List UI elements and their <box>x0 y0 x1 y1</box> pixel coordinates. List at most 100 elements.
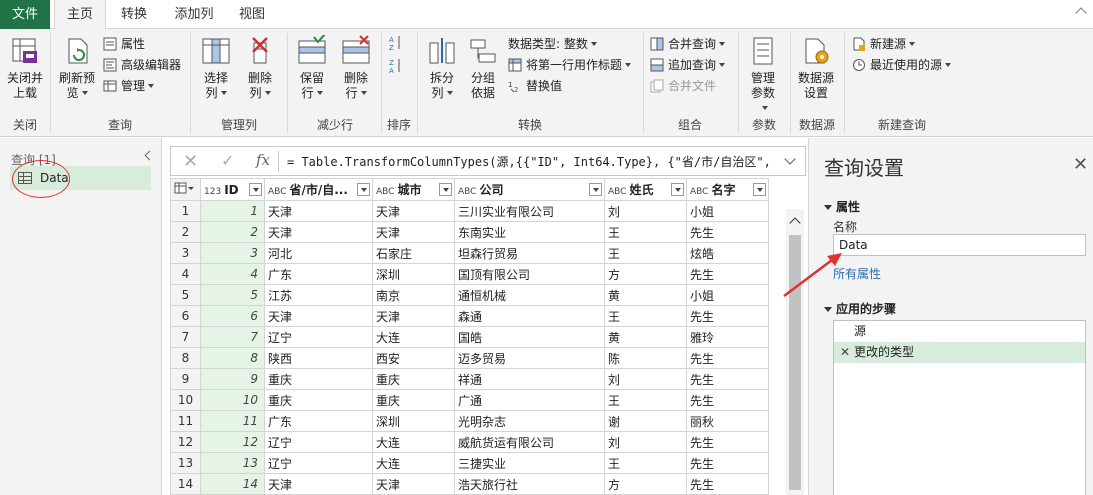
row-number[interactable]: 8 <box>170 347 201 369</box>
table-cell[interactable]: 辽宁 <box>264 326 373 348</box>
choose-columns-button[interactable]: 选择列 <box>196 35 236 101</box>
table-cell[interactable]: 王 <box>604 389 687 411</box>
table-cell[interactable]: 先生 <box>686 452 769 474</box>
table-cell[interactable]: 8 <box>200 347 265 369</box>
table-cell[interactable]: 迈多贸易 <box>454 347 605 369</box>
row-number[interactable]: 14 <box>170 473 201 495</box>
table-row[interactable]: 5 5 江苏 南京 通恒机械黄小姐 <box>170 284 769 306</box>
table-cell[interactable]: 天津 <box>372 221 455 243</box>
table-row[interactable]: 11 11 广东 深圳 光明杂志谢丽秋 <box>170 410 769 432</box>
table-cell[interactable]: 6 <box>200 305 265 327</box>
properties-button[interactable]: 属性 <box>103 34 145 54</box>
table-cell[interactable]: 4 <box>200 263 265 285</box>
table-cell[interactable]: 石家庄 <box>372 242 455 264</box>
table-cell[interactable]: 天津 <box>264 305 373 327</box>
query-name-input[interactable]: Data <box>833 234 1086 256</box>
table-cell[interactable]: 坦森行贸易 <box>454 242 605 264</box>
column-filter-icon[interactable] <box>671 183 684 196</box>
row-number[interactable]: 2 <box>170 221 201 243</box>
table-cell[interactable]: 黄 <box>604 326 687 348</box>
row-number[interactable]: 10 <box>170 389 201 411</box>
table-cell[interactable]: 大连 <box>372 326 455 348</box>
first-row-header-button[interactable]: 将第一行用作标题 <box>508 55 632 75</box>
table-cell[interactable]: 三捷实业 <box>454 452 605 474</box>
column-filter-icon[interactable] <box>357 183 370 196</box>
table-row[interactable]: 10 10 重庆 重庆 广通王先生 <box>170 389 769 411</box>
table-cell[interactable]: 国顶有限公司 <box>454 263 605 285</box>
table-cell[interactable]: 深圳 <box>372 263 455 285</box>
table-cell[interactable]: 通恒机械 <box>454 284 605 306</box>
collapse-ribbon-icon[interactable] <box>1075 7 1087 19</box>
table-cell[interactable]: 陈 <box>604 347 687 369</box>
data-type-dropdown[interactable]: 数据类型: 整数 <box>508 34 597 54</box>
recent-sources-button[interactable]: 最近使用的源 <box>852 55 952 75</box>
formula-input[interactable]: = Table.TransformColumnTypes(源,{{"ID", I… <box>287 153 771 170</box>
table-cell[interactable]: 天津 <box>264 221 373 243</box>
sort-descending-button[interactable]: ZA <box>389 57 407 77</box>
row-number[interactable]: 11 <box>170 410 201 432</box>
remove-columns-button[interactable]: 删除列 <box>240 35 280 101</box>
column-type-icon[interactable]: ABC <box>376 187 394 197</box>
manage-button[interactable]: 管理 <box>103 76 155 96</box>
table-cell[interactable]: 威航货运有限公司 <box>454 431 605 453</box>
table-cell[interactable]: 西安 <box>372 347 455 369</box>
table-cell[interactable]: 森通 <box>454 305 605 327</box>
table-cell[interactable]: 王 <box>604 305 687 327</box>
row-number[interactable]: 1 <box>170 200 201 222</box>
table-cell[interactable]: 重庆 <box>264 368 373 390</box>
row-number[interactable]: 4 <box>170 263 201 285</box>
table-row[interactable]: 4 4 广东 深圳 国顶有限公司方先生 <box>170 263 769 285</box>
close-and-load-button[interactable]: 关闭并上载 <box>4 35 46 101</box>
scroll-up-icon[interactable] <box>789 217 801 229</box>
column-filter-icon[interactable] <box>439 183 452 196</box>
table-cell[interactable]: 广通 <box>454 389 605 411</box>
scroll-thumb[interactable] <box>789 235 801 490</box>
data-source-settings-button[interactable]: 数据源设置 <box>794 35 838 101</box>
table-cell[interactable]: 炫皓 <box>686 242 769 264</box>
table-row[interactable]: 1 1 天津 天津 三川实业有限公司刘小姐 <box>170 200 769 222</box>
table-cell[interactable]: 小姐 <box>686 200 769 222</box>
table-cell[interactable]: 三川实业有限公司 <box>454 200 605 222</box>
collapse-pane-icon[interactable] <box>144 150 155 161</box>
table-cell[interactable]: 深圳 <box>372 410 455 432</box>
table-cell[interactable]: 重庆 <box>372 368 455 390</box>
table-row[interactable]: 12 12 辽宁 大连 威航货运有限公司刘先生 <box>170 431 769 453</box>
table-cell[interactable]: 10 <box>200 389 265 411</box>
table-cell[interactable]: 刘 <box>604 431 687 453</box>
tab-transform[interactable]: 转换 <box>110 0 158 29</box>
row-number[interactable]: 12 <box>170 431 201 453</box>
table-cell[interactable]: 1 <box>200 200 265 222</box>
table-cell[interactable]: 大连 <box>372 431 455 453</box>
row-number[interactable]: 9 <box>170 368 201 390</box>
applied-steps-header[interactable]: 应用的步骤 <box>824 300 896 317</box>
tab-file[interactable]: 文件 <box>0 0 50 29</box>
cancel-formula-icon[interactable]: ✕ <box>183 151 198 172</box>
table-cell[interactable]: 广东 <box>264 263 373 285</box>
table-cell[interactable]: 辽宁 <box>264 452 373 474</box>
table-cell[interactable]: 王 <box>604 452 687 474</box>
row-number[interactable]: 6 <box>170 305 201 327</box>
table-cell[interactable]: 9 <box>200 368 265 390</box>
table-cell[interactable]: 重庆 <box>264 389 373 411</box>
table-row[interactable]: 14 14 天津 天津 浩天旅行社方先生 <box>170 473 769 495</box>
table-cell[interactable]: 东南实业 <box>454 221 605 243</box>
column-type-icon[interactable]: ABC <box>608 187 626 197</box>
table-cell[interactable]: 祥通 <box>454 368 605 390</box>
row-number[interactable]: 13 <box>170 452 201 474</box>
table-cell[interactable]: 谢 <box>604 410 687 432</box>
table-cell[interactable]: 3 <box>200 242 265 264</box>
close-settings-icon[interactable]: ✕ <box>1073 154 1088 175</box>
table-cell[interactable]: 2 <box>200 221 265 243</box>
table-cell[interactable]: 12 <box>200 431 265 453</box>
table-cell[interactable]: 重庆 <box>372 389 455 411</box>
properties-section-header[interactable]: 属性 <box>824 198 860 215</box>
split-column-button[interactable]: 拆分列 <box>422 35 462 101</box>
table-row[interactable]: 6 6 天津 天津 森通王先生 <box>170 305 769 327</box>
column-header[interactable]: ABC 名字 <box>686 178 769 201</box>
column-type-icon[interactable]: 123 <box>204 187 221 197</box>
table-cell[interactable]: 浩天旅行社 <box>454 473 605 495</box>
column-type-icon[interactable]: ABC <box>690 187 708 197</box>
table-cell[interactable]: 国皓 <box>454 326 605 348</box>
append-queries-button[interactable]: 追加查询 <box>650 55 726 75</box>
column-filter-icon[interactable] <box>589 183 602 196</box>
